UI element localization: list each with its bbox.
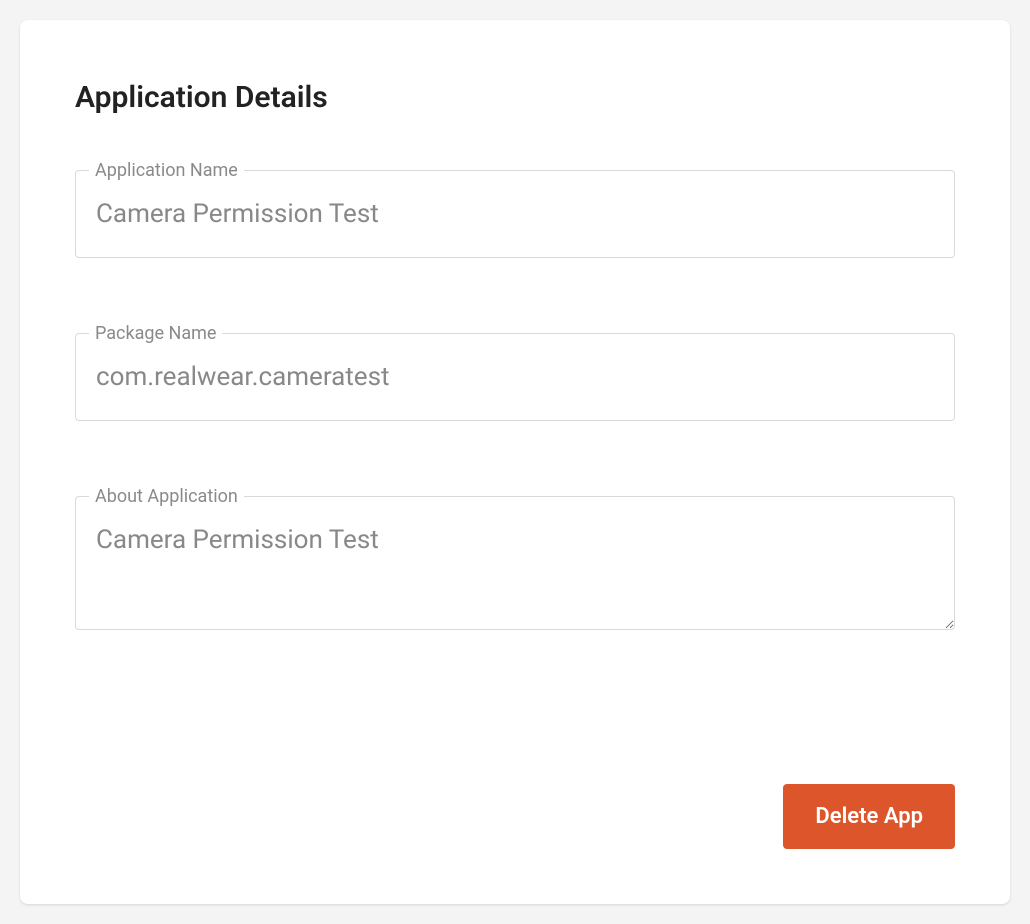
app-name-input[interactable] bbox=[75, 170, 955, 258]
about-textarea[interactable] bbox=[75, 496, 955, 630]
about-field: About Application bbox=[75, 496, 955, 634]
button-row: Delete App bbox=[783, 784, 955, 849]
app-details-card: Application Details Application Name Pac… bbox=[20, 20, 1010, 904]
app-name-field: Application Name bbox=[75, 170, 955, 258]
package-name-label: Package Name bbox=[89, 323, 222, 344]
about-label: About Application bbox=[89, 486, 244, 507]
package-name-input[interactable] bbox=[75, 333, 955, 421]
app-name-label: Application Name bbox=[89, 160, 244, 181]
page-title: Application Details bbox=[75, 80, 955, 115]
delete-app-button[interactable]: Delete App bbox=[783, 784, 955, 849]
package-name-field: Package Name bbox=[75, 333, 955, 421]
